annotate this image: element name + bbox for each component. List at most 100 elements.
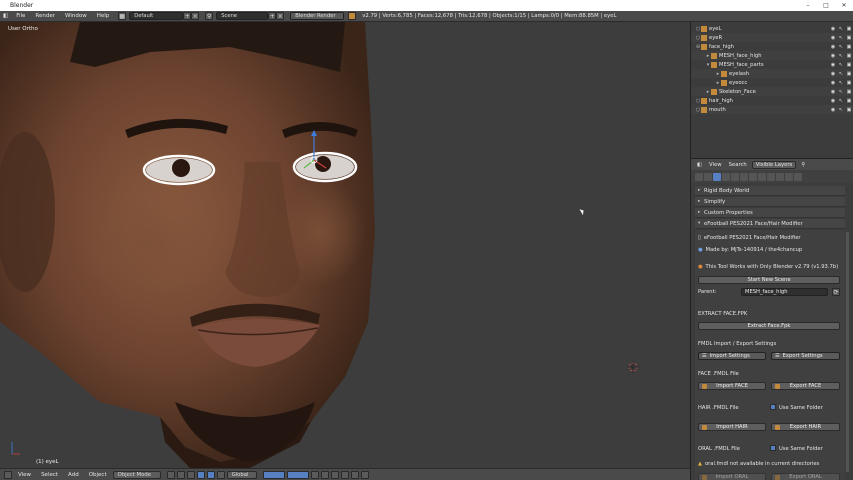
eye-icon[interactable]: ◉ xyxy=(830,44,836,50)
outliner-item-label[interactable]: MESH_face_high xyxy=(719,53,762,59)
menu-object[interactable]: Object xyxy=(85,472,111,478)
tab-physics-icon[interactable] xyxy=(794,172,802,181)
editor-type-icon[interactable]: ◧ xyxy=(695,162,704,168)
snap-icon[interactable] xyxy=(330,470,339,479)
export-face-button[interactable]: Export FACE xyxy=(771,382,840,390)
eye-icon[interactable]: ◉ xyxy=(830,98,836,104)
export-settings-select[interactable]: ☰ Export Settings xyxy=(771,352,840,360)
tab-world-icon[interactable] xyxy=(722,172,730,181)
outliner-row[interactable]: ▸ eyelash ◉ ↖ ▣ xyxy=(691,69,853,78)
add-scene-button[interactable]: + xyxy=(268,12,277,20)
outliner-item-label[interactable]: Skeleton_Face xyxy=(719,89,756,95)
eye-icon[interactable]: ◉ xyxy=(830,62,836,68)
camera-icon[interactable]: ▣ xyxy=(846,89,852,95)
layer-buttons-b[interactable] xyxy=(286,470,309,479)
render-preview-icon[interactable] xyxy=(350,470,359,479)
outliner-row[interactable]: ○ eyeL ◉ ↖ ▣ xyxy=(691,24,853,33)
camera-icon[interactable]: ▣ xyxy=(846,35,852,41)
cursor-select-icon[interactable]: ↖ xyxy=(838,80,844,86)
search-icon[interactable]: ⚲ xyxy=(799,162,807,168)
add-layout-button[interactable]: + xyxy=(183,12,192,20)
snap-target-icon[interactable] xyxy=(340,470,349,479)
editor-type-icon[interactable] xyxy=(4,470,12,479)
cursor-select-icon[interactable]: ↖ xyxy=(838,35,844,41)
outliner-row[interactable]: ○ eyeR ◉ ↖ ▣ xyxy=(691,33,853,42)
oral-use-same-folder-checkbox[interactable] xyxy=(770,445,776,451)
outliner-item-label[interactable]: hair_high xyxy=(709,98,733,104)
outliner-item-label[interactable]: eyeocc xyxy=(729,80,747,86)
eye-icon[interactable]: ◉ xyxy=(830,89,836,95)
scene-icon[interactable]: ⚲ xyxy=(205,12,214,20)
outliner[interactable]: ○ eyeL ◉ ↖ ▣ ○ eyeR ◉ ↖ ▣ ⊖ face_high ◉ ↖ ▣ ▸ … xyxy=(690,22,853,158)
camera-icon[interactable]: ▣ xyxy=(846,71,852,77)
menu-add[interactable]: Add xyxy=(64,472,83,478)
import-settings-select[interactable]: ☰ Import Settings xyxy=(698,352,766,360)
panel-addon[interactable]: ▾ eFootball PES2021 Face/Hair Modifier xyxy=(695,219,845,229)
tab-object-icon[interactable] xyxy=(731,172,739,181)
camera-icon[interactable]: ▣ xyxy=(846,80,852,86)
refresh-icon[interactable]: ⟳ xyxy=(832,288,840,296)
translate-icon[interactable] xyxy=(196,470,205,479)
tab-modifiers-icon[interactable] xyxy=(749,172,757,181)
eye-icon[interactable]: ◉ xyxy=(830,71,836,77)
start-new-scene-button[interactable]: Start New Scene xyxy=(698,276,840,284)
eye-icon[interactable]: ◉ xyxy=(830,35,836,41)
extract-face-button[interactable]: Extract Face.Fpk xyxy=(698,322,840,330)
cursor-select-icon[interactable]: ↖ xyxy=(838,53,844,59)
parent-field[interactable]: MESH_face_high xyxy=(741,288,828,296)
import-oral-button[interactable]: Import ORAL xyxy=(698,473,766,480)
tab-data-icon[interactable] xyxy=(758,172,766,181)
close-icon[interactable]: ✕ xyxy=(835,0,853,11)
hair-use-same-folder-checkbox[interactable] xyxy=(770,404,776,410)
cursor-select-icon[interactable]: ↖ xyxy=(838,98,844,104)
cursor-select-icon[interactable]: ↖ xyxy=(838,71,844,77)
tab-scene-icon[interactable] xyxy=(713,172,721,181)
filter-select[interactable]: Visible Layers xyxy=(751,160,797,169)
menu-select[interactable]: Select xyxy=(37,472,62,478)
camera-icon[interactable]: ▣ xyxy=(846,62,852,68)
orientation-select[interactable]: Global xyxy=(226,470,257,479)
import-face-button[interactable]: Import FACE xyxy=(698,382,766,390)
cursor-select-icon[interactable]: ↖ xyxy=(838,26,844,32)
remove-scene-button[interactable]: × xyxy=(276,12,285,20)
outliner-item-label[interactable]: mouth xyxy=(709,107,726,113)
render-engine-select[interactable]: Blender Render xyxy=(290,12,345,20)
proportional-edit-icon[interactable] xyxy=(320,470,329,479)
eye-icon[interactable]: ◉ xyxy=(830,26,836,32)
lock-layers-icon[interactable] xyxy=(310,470,319,479)
cursor-select-icon[interactable]: ↖ xyxy=(838,107,844,113)
properties-scrollbar[interactable] xyxy=(846,232,849,472)
menu-help[interactable]: Help xyxy=(92,13,115,19)
menu-view[interactable]: View xyxy=(14,472,35,478)
rotate-icon[interactable] xyxy=(206,470,215,479)
eye-icon[interactable]: ◉ xyxy=(830,107,836,113)
tab-material-icon[interactable] xyxy=(767,172,775,181)
eye-icon[interactable]: ◉ xyxy=(830,53,836,59)
outliner-row[interactable]: ▸ MESH_face_high ◉ ↖ ▣ xyxy=(691,51,853,60)
menu-render[interactable]: Render xyxy=(30,13,60,19)
menu-window[interactable]: Window xyxy=(60,13,92,19)
eye-icon[interactable]: ◉ xyxy=(830,80,836,86)
camera-icon[interactable]: ▣ xyxy=(846,26,852,32)
panel-simplify[interactable]: ▸ Simplify xyxy=(695,197,845,207)
outliner-row[interactable]: ▸ eyeocc ◉ ↖ ▣ xyxy=(691,78,853,87)
tab-particles-icon[interactable] xyxy=(785,172,793,181)
menu-file[interactable]: File xyxy=(11,13,30,19)
3d-viewport[interactable]: User Ortho (1) eyeL xyxy=(0,22,690,468)
scene-field[interactable]: Scene xyxy=(216,12,269,20)
screen-layout-icon[interactable]: ▦ xyxy=(118,12,127,20)
panel-custom-properties[interactable]: ▸ Custom Properties xyxy=(695,208,845,218)
maximize-icon[interactable]: □ xyxy=(817,0,835,11)
menu-search[interactable]: Search xyxy=(727,162,749,168)
properties-editor[interactable]: ▸ Rigid Body World ▸ Simplify ▸ Custom Prop… xyxy=(690,183,853,480)
outliner-item-label[interactable]: eyelash xyxy=(729,71,749,77)
manipulator-toggle-icon[interactable] xyxy=(186,470,195,479)
scale-icon[interactable] xyxy=(216,470,225,479)
cursor-select-icon[interactable]: ↖ xyxy=(838,44,844,50)
camera-icon[interactable]: ▣ xyxy=(846,98,852,104)
outliner-row[interactable]: ○ hair_high ◉ ↖ ▣ xyxy=(691,96,853,105)
export-oral-button[interactable]: Export ORAL xyxy=(771,473,840,480)
tab-constraints-icon[interactable] xyxy=(740,172,748,181)
outliner-item-label[interactable]: eyeR xyxy=(709,35,722,41)
layer-buttons-a[interactable] xyxy=(262,470,285,479)
